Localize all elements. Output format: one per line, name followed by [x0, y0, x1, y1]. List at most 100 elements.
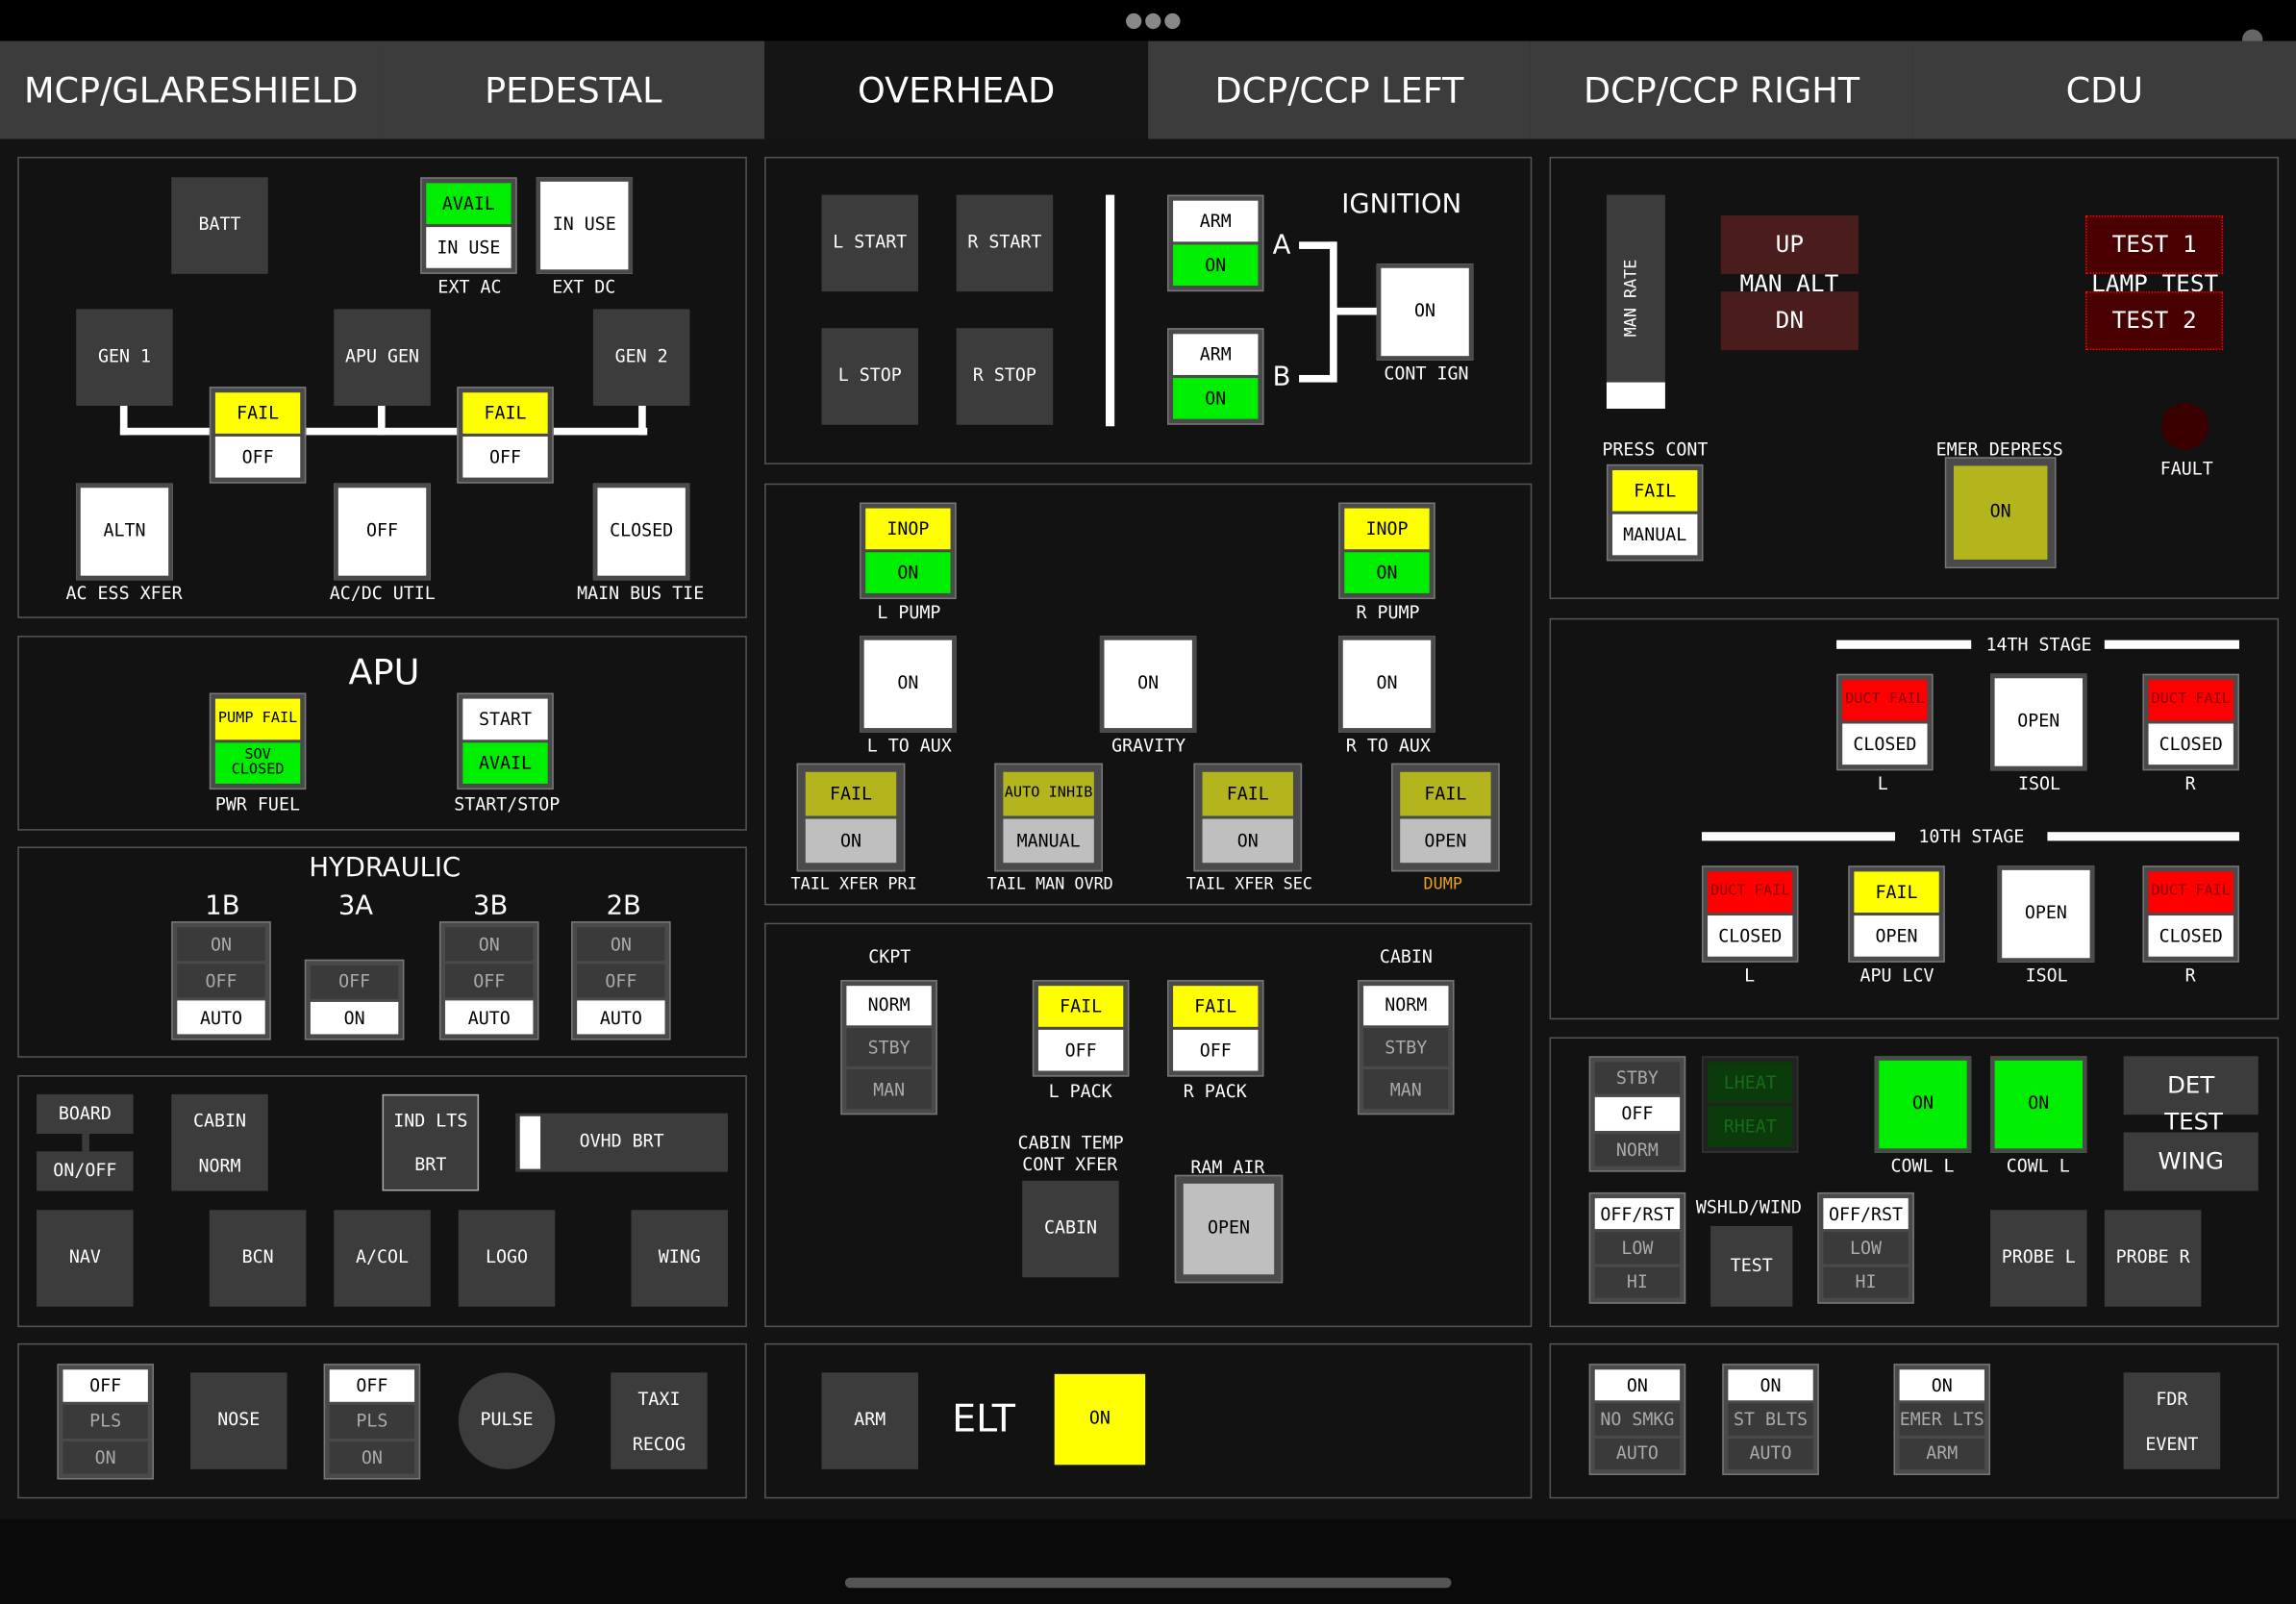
logo-lights-button[interactable]: LOGO	[458, 1210, 556, 1307]
wshld-left-selector[interactable]: OFF/RST LOW HI	[1588, 1191, 1686, 1304]
bleed10-r-button[interactable]: DUCT FAIL CLOSED	[2142, 865, 2239, 963]
bleed14-r-button[interactable]: DUCT FAIL CLOSED	[2142, 673, 2239, 771]
heat-button[interactable]: LHEAT RHEAT	[1701, 1056, 1799, 1153]
tab-dcp-ccp-right[interactable]: DCP/CCP RIGHT	[1530, 40, 1914, 139]
ram-air-button[interactable]: OPEN	[1174, 1174, 1284, 1284]
no-smkg-selector[interactable]: ON NO SMKG AUTO	[1588, 1364, 1686, 1475]
tail-xfer-pri-button[interactable]: FAIL ON	[796, 763, 906, 872]
gen2-button[interactable]: GEN 2	[592, 309, 690, 406]
l-start-button[interactable]: L START	[821, 194, 919, 292]
emer-lts-selector[interactable]: ON EMER LTS ARM	[1893, 1364, 1991, 1475]
elt-arm-button[interactable]: ARM	[821, 1372, 919, 1469]
ext-ac-button[interactable]: AVAIL IN USE	[420, 177, 517, 274]
bleed14-isol-button[interactable]: OPEN	[1990, 673, 2087, 771]
cabin-selector[interactable]: NORM STBY MAN	[1358, 980, 1455, 1115]
altn-button[interactable]: ALTN	[76, 483, 173, 581]
man-rate-thumb[interactable]	[1606, 382, 1665, 410]
bleed10-isol-button[interactable]: OPEN	[1997, 865, 2095, 963]
bleed14-l-button[interactable]: DUCT FAIL CLOSED	[1836, 673, 1934, 771]
pwr-fuel-button[interactable]: PUMP FAIL SOV CLOSED	[209, 692, 307, 790]
cowl-r-button[interactable]: ON	[1990, 1056, 2087, 1153]
test2-button[interactable]: TEST 2	[2085, 291, 2224, 351]
ignition-b-button[interactable]: ARM ON	[1166, 328, 1264, 425]
nav-lights-button[interactable]: NAV	[37, 1210, 134, 1307]
tab-overhead[interactable]: OVERHEAD	[764, 40, 1150, 139]
r-start-button[interactable]: R START	[956, 194, 1054, 292]
bus-tie-right-button[interactable]: FAIL OFF	[457, 387, 554, 484]
off-light: OFF	[214, 436, 301, 478]
acdc-util-button[interactable]: OFF	[334, 483, 431, 581]
tab-cdu[interactable]: CDU	[1912, 40, 2296, 139]
ext-dc-button[interactable]: IN USE	[536, 177, 634, 274]
cabin-lights-button[interactable]: CABIN NORM	[171, 1093, 268, 1191]
l-stop-button[interactable]: L STOP	[821, 328, 919, 425]
cont-ign-button[interactable]: ON	[1376, 263, 1474, 361]
emer-depress-button[interactable]: ON	[1944, 457, 2057, 569]
l-pack-button[interactable]: FAIL OFF	[1032, 980, 1130, 1077]
landing-left-selector[interactable]: OFF PLS ON	[57, 1364, 154, 1480]
st-blts-selector[interactable]: ON ST BLTS AUTO	[1722, 1364, 1819, 1475]
wing-lights-button[interactable]: WING	[631, 1210, 729, 1307]
cowl-l-button[interactable]: ON	[1874, 1056, 1972, 1153]
press-cont-button[interactable]: FAIL MANUAL	[1606, 464, 1704, 562]
elt-on-button[interactable]: ON	[1054, 1373, 1146, 1466]
apu-lcv-button[interactable]: FAIL OPEN	[1848, 865, 1945, 963]
bcn-lights-button[interactable]: BCN	[209, 1210, 307, 1307]
wshld-test-button[interactable]: TEST	[1710, 1226, 1793, 1307]
ovhd-brt-slider-thumb[interactable]	[519, 1115, 541, 1169]
l-pump-button[interactable]: INOP ON	[860, 502, 957, 600]
det-button[interactable]: DET	[2123, 1056, 2259, 1115]
r-stop-button[interactable]: R STOP	[956, 328, 1054, 425]
board-on-off-button[interactable]: ON/OFF	[37, 1151, 134, 1191]
test1-button[interactable]: TEST 1	[2085, 214, 2224, 274]
apu-gen-button[interactable]: APU GEN	[334, 309, 431, 406]
on-option: ON	[177, 927, 265, 962]
hyd-1b-selector[interactable]: ON OFF AUTO	[171, 921, 271, 1040]
tail-man-ovrd-button[interactable]: AUTO INHIB MANUAL	[994, 763, 1103, 872]
dump-button[interactable]: FAIL OPEN	[1391, 763, 1500, 872]
apu-start-stop-button[interactable]: START AVAIL	[457, 692, 554, 790]
bleed10-l-button[interactable]: DUCT FAIL CLOSED	[1701, 865, 1799, 963]
tail-xfer-sec-button[interactable]: FAIL ON	[1193, 763, 1303, 872]
nose-button[interactable]: NOSE	[190, 1372, 287, 1469]
man-alt-up-button[interactable]: UP	[1720, 214, 1859, 274]
ovhd-brt-slider[interactable]: OVHD BRT	[515, 1113, 729, 1172]
home-indicator[interactable]	[844, 1577, 1452, 1589]
wshld-right-selector[interactable]: OFF/RST LOW HI	[1817, 1191, 1914, 1304]
ignition-a-button[interactable]: ARM ON	[1166, 194, 1264, 292]
bus-tie-left-button[interactable]: FAIL OFF	[209, 387, 307, 484]
fdr-event-button[interactable]: FDR EVENT	[2123, 1372, 2221, 1469]
ice-mode-selector[interactable]: STBY OFF NORM	[1588, 1056, 1686, 1172]
cabin-temp-button[interactable]: CABIN	[1022, 1180, 1119, 1278]
acol-lights-button[interactable]: A/COL	[334, 1210, 431, 1307]
tab-pedestal[interactable]: PEDESTAL	[382, 40, 766, 139]
probe-l-button[interactable]: PROBE L	[1990, 1210, 2087, 1307]
arm-option: ARM	[1899, 1438, 1984, 1469]
hyd-2b-selector[interactable]: ON OFF AUTO	[571, 921, 671, 1040]
gravity-button[interactable]: ON	[1099, 636, 1197, 733]
tab-mcp-glareshield[interactable]: MCP/GLARESHIELD	[0, 40, 385, 139]
landing-right-selector[interactable]: OFF PLS ON	[323, 1364, 421, 1480]
wing-test-button[interactable]: WING	[2123, 1132, 2259, 1191]
more-icon[interactable]: ●●●	[1125, 9, 1183, 32]
r-pump-button[interactable]: INOP ON	[1338, 502, 1435, 600]
hyd-3b-selector[interactable]: ON OFF AUTO	[438, 921, 539, 1040]
gen1-button[interactable]: GEN 1	[76, 309, 173, 406]
hyd-3a-selector[interactable]: OFF ON	[304, 959, 405, 1040]
main-bus-tie-button[interactable]: CLOSED	[592, 483, 690, 581]
probe-r-button[interactable]: PROBE R	[2104, 1210, 2202, 1307]
ckpt-selector[interactable]: NORM STBY MAN	[840, 980, 937, 1115]
batt-button[interactable]: BATT	[171, 177, 268, 274]
pulse-button[interactable]: PULSE	[458, 1372, 556, 1469]
taxi-recog-button[interactable]: TAXI RECOG	[611, 1372, 708, 1469]
r-to-aux-button[interactable]: ON	[1338, 636, 1435, 733]
man-alt-dn-button[interactable]: DN	[1720, 291, 1859, 351]
tab-dcp-ccp-left[interactable]: DCP/CCP LEFT	[1148, 40, 1533, 139]
inop-light: INOP	[1344, 508, 1430, 550]
recog-label: RECOG	[632, 1433, 686, 1454]
ind-lts-button[interactable]: IND LTS BRT	[382, 1093, 480, 1191]
board-button[interactable]: BOARD	[37, 1093, 134, 1135]
r-pack-button[interactable]: FAIL OFF	[1166, 980, 1264, 1077]
l-to-aux-button[interactable]: ON	[860, 636, 957, 733]
auto-option: AUTO	[177, 1000, 265, 1035]
